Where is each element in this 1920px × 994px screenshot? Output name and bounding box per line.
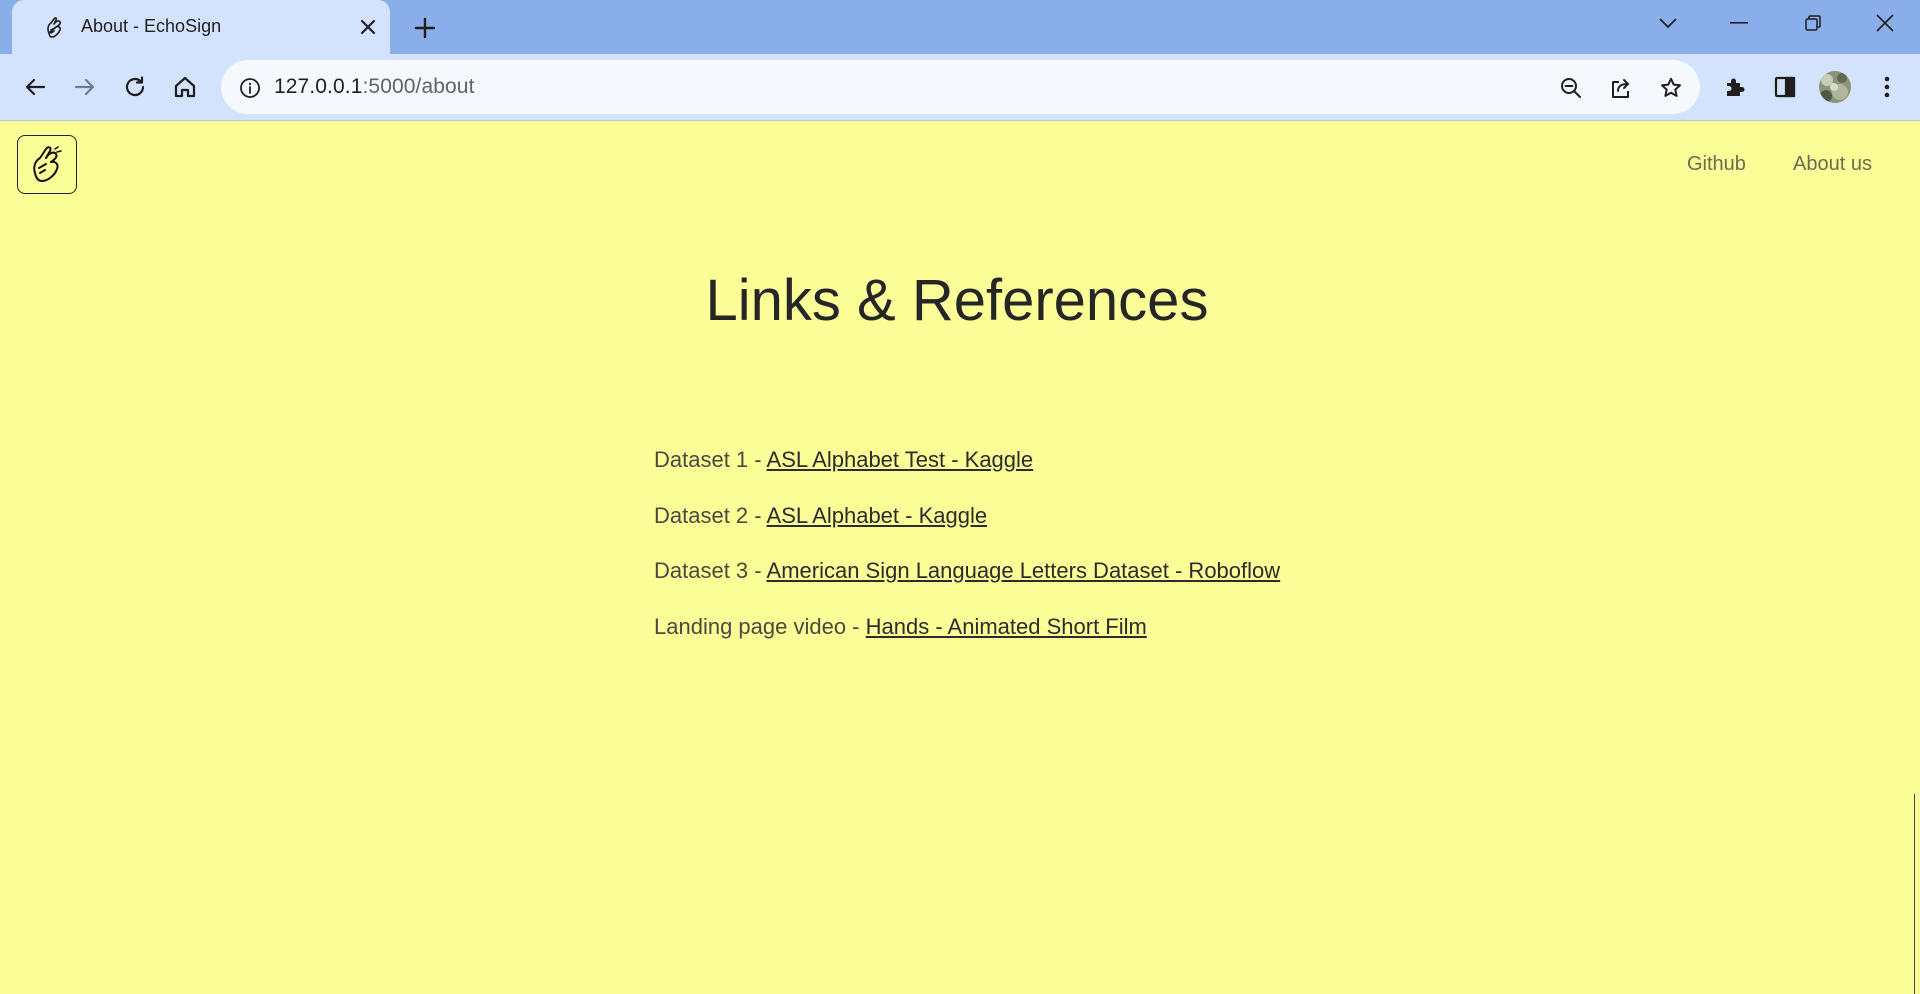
hand-icon <box>40 13 70 43</box>
list-item: Landing page video - Hands - Animated Sh… <box>654 614 1280 670</box>
close-window-icon[interactable] <box>1865 8 1905 38</box>
reference-label: Dataset 1 - <box>654 447 767 472</box>
list-item: Dataset 2 - ASL Alphabet - Kaggle <box>654 503 1280 559</box>
reload-icon[interactable] <box>115 67 155 107</box>
browser-tab[interactable]: About - EchoSign <box>12 0 390 54</box>
url-text[interactable]: 127.0.0.1:5000/about <box>274 75 475 99</box>
page-title: Links & References <box>705 268 1209 333</box>
reference-link[interactable]: American Sign Language Letters Dataset -… <box>767 558 1281 583</box>
arrow-left-icon[interactable] <box>15 67 55 107</box>
reference-link[interactable]: ASL Alphabet Test - Kaggle <box>767 447 1034 472</box>
tab-strip: About - EchoSign <box>0 0 1920 54</box>
scrollbar[interactable] <box>1914 794 1920 994</box>
nav-github-link[interactable]: Github <box>1687 153 1746 176</box>
close-tab-icon[interactable] <box>353 12 383 42</box>
site-logo[interactable] <box>17 135 77 194</box>
reference-link[interactable]: Hands - Animated Short Film <box>866 614 1147 639</box>
reference-label: Dataset 3 - <box>654 558 767 583</box>
puzzle-icon[interactable] <box>1715 67 1755 107</box>
tab-search-chevron-icon[interactable] <box>1648 8 1688 38</box>
address-bar[interactable]: 127.0.0.1:5000/about <box>221 60 1700 114</box>
tab-title: About - EchoSign <box>81 16 222 36</box>
minimize-icon[interactable] <box>1719 8 1759 38</box>
info-icon[interactable] <box>233 71 267 105</box>
avatar[interactable] <box>1815 67 1855 107</box>
star-icon[interactable] <box>1654 71 1688 105</box>
reference-label: Landing page video - <box>654 613 866 639</box>
kebab-menu-icon[interactable] <box>1867 67 1907 107</box>
sidepanel-icon[interactable] <box>1765 67 1805 107</box>
list-item: Dataset 1 - ASL Alphabet Test - Kaggle <box>654 447 1280 503</box>
browser-toolbar: 127.0.0.1:5000/about <box>0 54 1920 120</box>
references-list: Dataset 1 - ASL Alphabet Test - Kaggle D… <box>654 447 1280 669</box>
restore-icon[interactable] <box>1793 8 1833 38</box>
url-path: :5000/about <box>362 75 475 98</box>
home-icon[interactable] <box>165 67 205 107</box>
reference-label: Dataset 2 - <box>654 502 767 528</box>
url-host: 127.0.0.1 <box>274 75 363 98</box>
new-tab-icon[interactable] <box>408 11 442 45</box>
list-item: Dataset 3 - American Sign Language Lette… <box>654 558 1280 614</box>
share-icon[interactable] <box>1604 71 1638 105</box>
zoom-out-icon[interactable] <box>1554 71 1588 105</box>
page-content: Github About us Links & References Datas… <box>0 121 1920 994</box>
nav-about-link[interactable]: About us <box>1793 153 1872 176</box>
reference-link[interactable]: ASL Alphabet - Kaggle <box>767 503 988 528</box>
arrow-right-icon[interactable] <box>65 67 105 107</box>
